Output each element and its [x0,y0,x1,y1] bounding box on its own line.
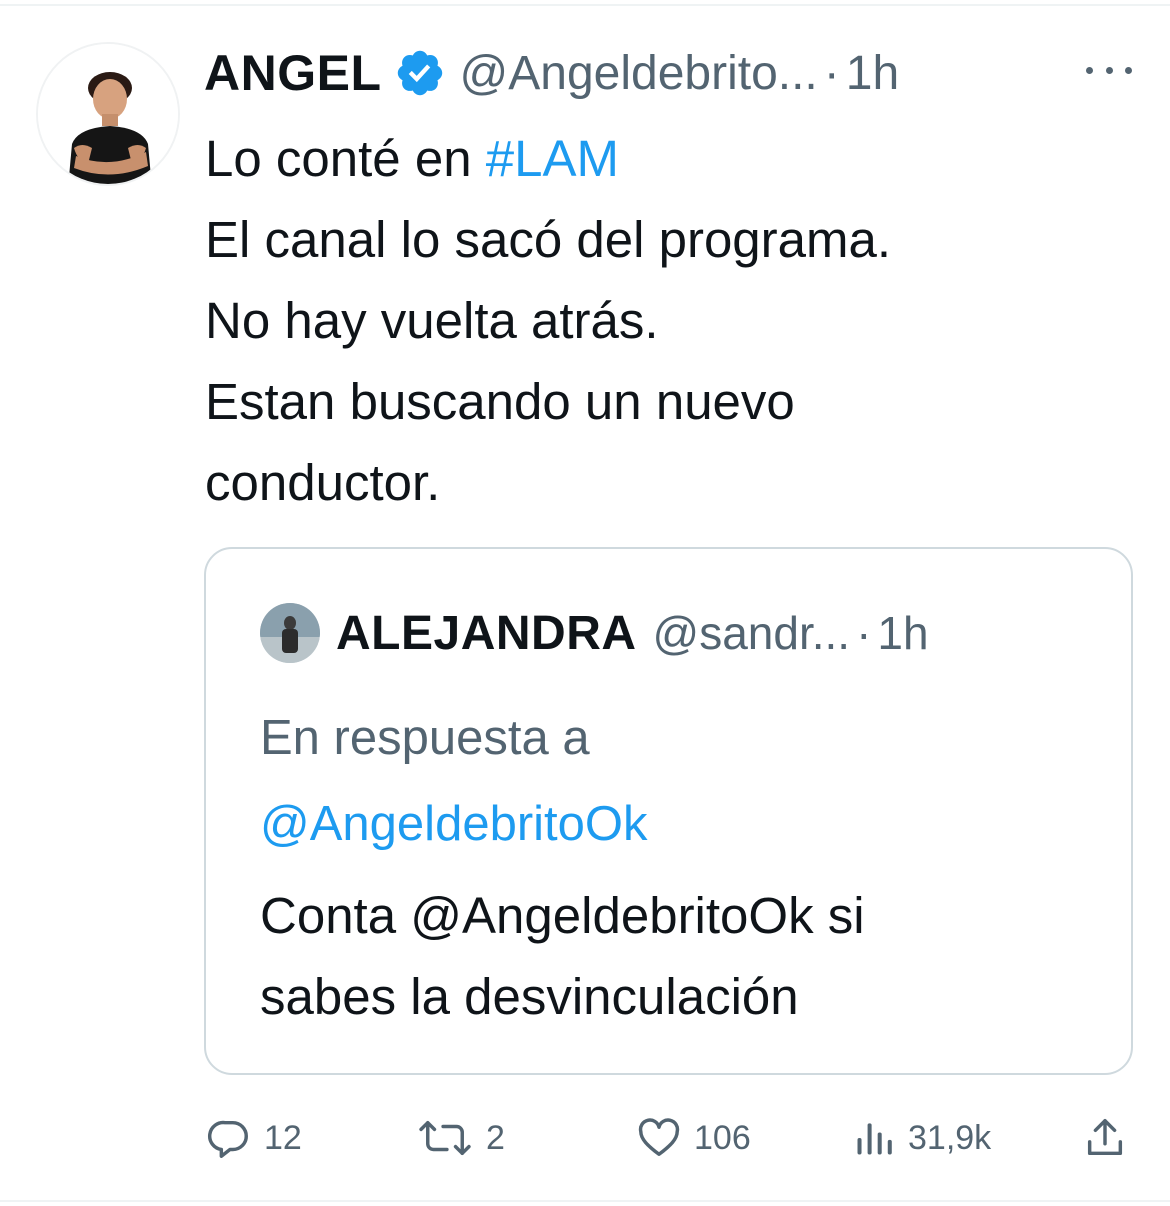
tweet-body: Lo conté en #LAM El canal lo sacó del pr… [205,118,1125,523]
quoted-tweet-header: ALEJANDRA @sandr... · 1h [336,599,929,667]
reply-prefix: En respuesta a [260,711,590,765]
top-divider [0,4,1170,6]
quoted-header-separator: · [856,607,872,659]
author-handle[interactable]: @Angeldebrito... [460,46,818,101]
like-button[interactable]: 106 [636,1108,751,1168]
retweet-icon [419,1120,471,1156]
quoted-profile-photo [260,603,320,663]
share-button[interactable] [1082,1108,1128,1168]
views-button[interactable]: 31,9k [852,1108,991,1168]
tweet-timestamp[interactable]: 1h [846,46,899,101]
like-count: 106 [694,1118,751,1157]
quoted-author-name[interactable]: ALEJANDRA [336,606,637,661]
heart-icon [638,1118,680,1157]
quoted-author-avatar[interactable] [260,603,320,663]
header-separator: · [823,46,840,100]
share-icon [1087,1119,1123,1156]
author-avatar[interactable] [36,42,180,186]
reply-context: En respuesta a @AngeldebritoOk [260,695,648,867]
hashtag-link[interactable]: #LAM [486,130,619,187]
quoted-line: Conta @AngeldebritoOk si [260,887,865,944]
views-count: 31,9k [908,1118,992,1157]
quoted-tweet-card[interactable]: ALEJANDRA @sandr... · 1h En respuesta a … [204,547,1133,1075]
reply-button[interactable]: 12 [206,1108,302,1168]
quoted-tweet-timestamp: 1h [877,607,929,659]
views-chart-icon [857,1123,892,1155]
tweet-header: ANGEL @Angeldebrito... · 1h [204,38,899,108]
profile-photo [38,44,178,184]
quoted-line: sabes la desvinculación [260,968,799,1025]
bottom-divider [0,1200,1170,1202]
author-name[interactable]: ANGEL [204,44,382,102]
tweet-line: El canal lo sacó del programa. [205,211,892,268]
retweet-button[interactable]: 2 [416,1108,505,1168]
tweet-line: Estan buscando un nuevo [205,373,795,430]
tweet-line: No hay vuelta atrás. [205,292,659,349]
more-options-icon[interactable] [1086,52,1132,88]
quoted-author-handle[interactable]: @sandr... [653,606,851,660]
tweet-actions-bar: 12 2 106 31,9k [0,1108,1170,1168]
quoted-tweet-body: Conta @AngeldebritoOk si sabes la desvin… [260,875,865,1037]
tweet-line: conductor. [205,454,441,511]
reply-icon [208,1120,248,1158]
tweet-line: Lo conté en #LAM [205,130,619,187]
verified-badge-icon[interactable] [394,47,446,99]
reply-mention-link[interactable]: @AngeldebritoOk [260,781,648,867]
reply-count: 12 [264,1118,302,1157]
retweet-count: 2 [486,1118,505,1157]
